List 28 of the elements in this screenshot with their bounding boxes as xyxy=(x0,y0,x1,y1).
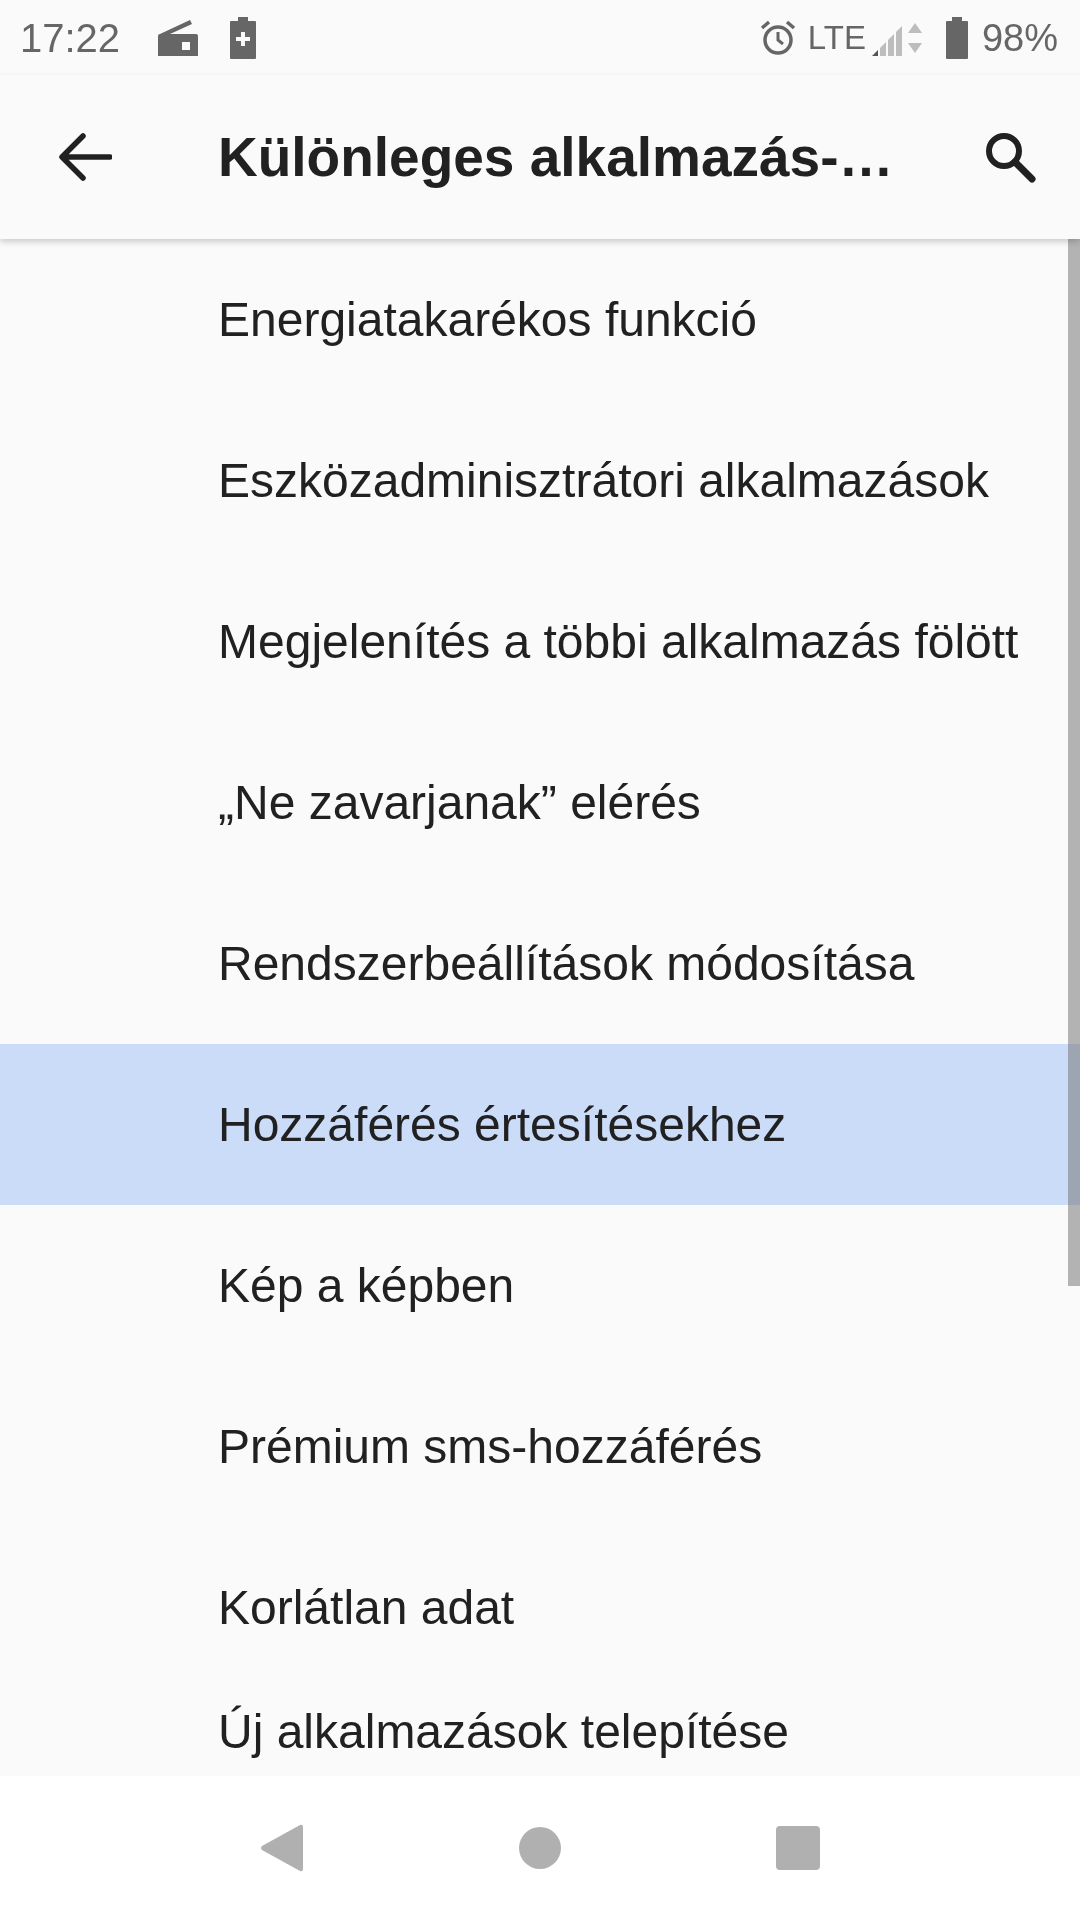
settings-list-item[interactable]: Hozzáférés értesítésekhez xyxy=(0,1044,1080,1205)
triangle-back-icon xyxy=(260,1824,304,1872)
back-arrow-icon xyxy=(58,130,112,184)
home-button[interactable] xyxy=(519,1827,561,1869)
search-icon xyxy=(984,131,1036,183)
battery-percentage: 98% xyxy=(981,18,1058,57)
settings-list-item[interactable]: Új alkalmazások telepítése xyxy=(0,1688,1080,1776)
settings-list-item[interactable]: Kép a képben xyxy=(0,1205,1080,1366)
data-arrows-icon xyxy=(907,22,922,53)
settings-list-item[interactable]: Korlátlan adat xyxy=(0,1527,1080,1688)
page-title: Különleges alkalmazás-… xyxy=(218,126,894,188)
square-recents-icon xyxy=(776,1826,820,1870)
nav-back-button[interactable] xyxy=(260,1824,304,1872)
circle-home-icon xyxy=(519,1827,561,1869)
radio-icon xyxy=(156,17,201,58)
battery-plus-icon xyxy=(230,16,257,59)
alarm-clock-icon xyxy=(759,19,796,56)
battery-icon xyxy=(945,16,968,59)
settings-list-item[interactable]: Prémium sms-hozzáférés xyxy=(0,1366,1080,1527)
settings-list-item[interactable]: Rendszerbeállítások módosítása xyxy=(0,883,1080,1044)
clock-time: 17:22 xyxy=(20,17,121,58)
search-button[interactable] xyxy=(984,131,1036,183)
settings-list-item[interactable]: „Ne zavarjanak” elérés xyxy=(0,722,1080,883)
settings-list-item[interactable]: Energiatakarékos funkció xyxy=(0,239,1080,400)
back-button[interactable] xyxy=(58,130,112,184)
settings-list-item[interactable]: Megjelenítés a többi alkalmazás fölött xyxy=(0,561,1080,722)
settings-list-item[interactable]: Eszközadminisztrátori alkalmazások xyxy=(0,400,1080,561)
network-type: LTE xyxy=(807,21,866,54)
